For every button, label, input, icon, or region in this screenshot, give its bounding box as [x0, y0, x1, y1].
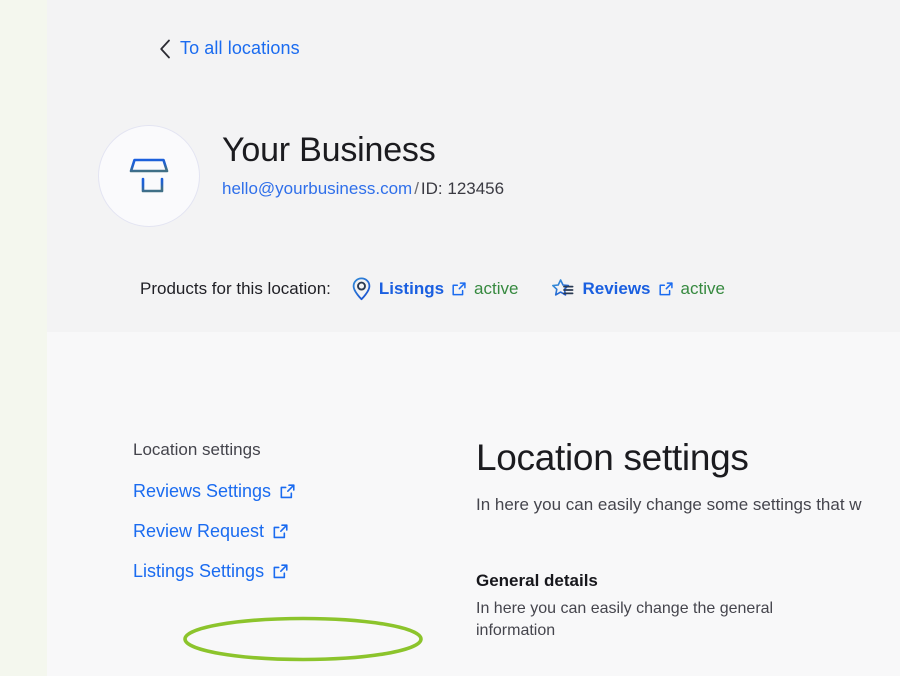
map-pin-icon: [352, 277, 371, 301]
back-link-label: To all locations: [180, 38, 300, 58]
chevron-left-icon: [160, 39, 170, 58]
location-header: To all locations Your Business hello@you…: [47, 0, 900, 332]
section-heading: General details: [476, 571, 598, 591]
product-listings-status: active: [474, 279, 519, 298]
business-email-link[interactable]: hello@yourbusiness.com: [222, 179, 412, 198]
external-link-icon: [452, 282, 466, 296]
section-general-details: General details In here you can easily c…: [476, 571, 900, 641]
content-area: Location settings Reviews Settings Revie…: [47, 332, 900, 676]
business-meta: hello@yourbusiness.com / ID: 123456: [222, 179, 504, 199]
sidebar-item-label: Listings Settings: [133, 560, 265, 581]
business-identity: Your Business hello@yourbusiness.com / ID:…: [98, 125, 504, 227]
sidebar-item-reviews-settings[interactable]: Reviews Settings: [133, 480, 296, 502]
business-id: ID: 123456: [420, 179, 505, 199]
storefront-icon: [129, 158, 169, 195]
page-container: To all locations Your Business hello@you…: [47, 0, 900, 676]
section-description: In here you can easily change the genera…: [476, 600, 774, 640]
page-title: Location settings: [476, 437, 749, 478]
main-panel: Location settings In here you can easily…: [476, 437, 900, 642]
sidebar-title: Location settings: [133, 440, 261, 459]
sidebar-item-label: Reviews Settings: [133, 480, 272, 501]
back-to-all-locations-link[interactable]: To all locations: [159, 38, 300, 59]
meta-separator: /: [414, 179, 419, 199]
products-label: Products for this location:: [140, 279, 331, 298]
business-name: Your Business: [222, 131, 436, 169]
product-listings-label: Listings: [378, 279, 445, 298]
products-row: Products for this location: Listings act…: [140, 277, 725, 301]
sidebar-item-label: Review Request: [133, 520, 265, 541]
product-listings[interactable]: Listings active: [351, 277, 519, 301]
business-text-block: Your Business hello@yourbusiness.com / ID:…: [222, 125, 504, 199]
external-link-icon: [658, 282, 673, 296]
product-reviews-label: Reviews: [582, 279, 651, 298]
page-subtitle: In here you can easily change some setti…: [476, 495, 862, 515]
external-link-icon: [273, 523, 288, 538]
location-settings-sidebar: Location settings Reviews Settings Revie…: [133, 440, 423, 662]
external-link-icon: [280, 483, 295, 498]
sidebar-item-listings-settings[interactable]: Listings Settings: [133, 560, 289, 582]
business-avatar: [98, 125, 200, 227]
external-link-icon: [273, 563, 288, 578]
product-reviews-status: active: [680, 279, 725, 298]
star-list-icon: [552, 278, 574, 296]
highlight-ellipse-annotation: [183, 616, 423, 662]
sidebar-item-review-request[interactable]: Review Request: [133, 520, 289, 542]
product-reviews[interactable]: Reviews active: [551, 278, 725, 301]
